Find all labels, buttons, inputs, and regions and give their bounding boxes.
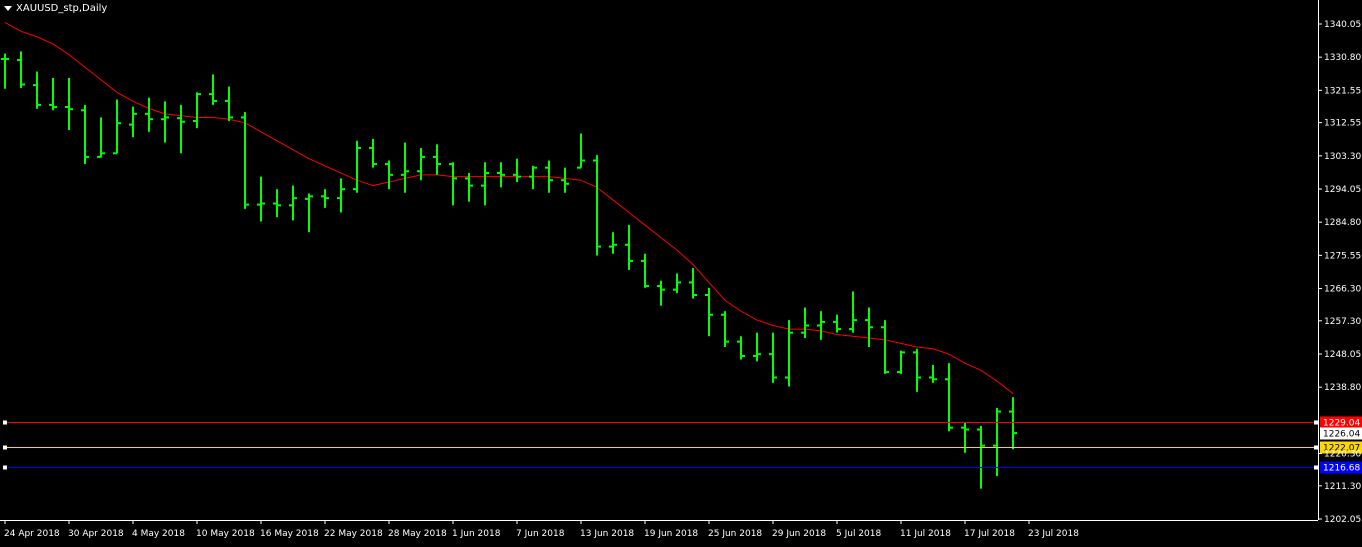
x-tick-label: 22 May 2018: [324, 529, 383, 539]
x-tick-label: 19 Jun 2018: [644, 529, 698, 539]
chart-title[interactable]: XAUUSD_stp,Daily: [4, 3, 107, 14]
y-tick-label: 1294.05: [1324, 185, 1361, 195]
yellow-line-handle-right[interactable]: [1314, 445, 1318, 450]
x-tick-label: 29 Jun 2018: [772, 529, 826, 539]
red-price-label: 1229.04: [1323, 419, 1360, 429]
y-tick-label: 1248.05: [1324, 350, 1361, 360]
y-tick-label: 1238.80: [1324, 383, 1361, 393]
blue-line-handle-right[interactable]: [1314, 465, 1318, 470]
x-tick-label: 30 Apr 2018: [68, 529, 124, 539]
x-tick-label: 16 May 2018: [260, 529, 319, 539]
x-tick-label: 4 May 2018: [132, 529, 185, 539]
red-line-handle-right[interactable]: [1314, 420, 1318, 425]
red-line-handle-left[interactable]: [3, 420, 7, 425]
blue-price-label: 1216.68: [1323, 464, 1360, 474]
y-tick-label: 1284.80: [1324, 218, 1361, 228]
y-tick-label: 1211.30: [1324, 482, 1361, 492]
dropdown-triangle-icon[interactable]: [4, 6, 12, 11]
current-price-label: 1226.04: [1323, 430, 1360, 440]
x-tick-label: 5 Jul 2018: [836, 529, 881, 539]
yellow-line-handle-left[interactable]: [3, 445, 7, 450]
x-tick-label: 1 Jun 2018: [452, 529, 501, 539]
x-tick-label: 7 Jun 2018: [516, 529, 565, 539]
chart-canvas[interactable]: 1229.041226.041222.071216.68 1340.051330…: [0, 0, 1362, 543]
y-tick-label: 1312.55: [1324, 119, 1361, 129]
y-tick-label: 1330.80: [1324, 53, 1361, 63]
x-tick-label: 10 May 2018: [196, 529, 255, 539]
y-tick-label: 1257.30: [1324, 317, 1361, 327]
x-tick-label: 24 Apr 2018: [4, 529, 60, 539]
y-tick-label: 1266.30: [1324, 285, 1361, 295]
y-tick-label: 1202.05: [1324, 515, 1361, 525]
y-tick-label: 1321.55: [1324, 86, 1361, 96]
x-tick-label: 13 Jun 2018: [580, 529, 634, 539]
x-tick-label: 23 Jul 2018: [1028, 529, 1079, 539]
x-tick-label: 25 Jun 2018: [708, 529, 762, 539]
x-tick-label: 28 May 2018: [388, 529, 447, 539]
x-tick-label: 17 Jul 2018: [964, 529, 1015, 539]
symbol-timeframe-label: XAUUSD_stp,Daily: [16, 3, 108, 14]
blue-line-handle-left[interactable]: [3, 465, 7, 470]
y-tick-label: 1340.05: [1324, 20, 1361, 30]
y-tick-label: 1303.30: [1324, 152, 1361, 162]
y-tick-label: 1220.30: [1324, 450, 1361, 460]
x-tick-label: 11 Jul 2018: [900, 529, 951, 539]
y-tick-label: 1275.55: [1324, 251, 1361, 261]
price-chart[interactable]: 1229.04 1226.04 1222.07 1216.68 1340.05 1330…: [0, 0, 1362, 543]
